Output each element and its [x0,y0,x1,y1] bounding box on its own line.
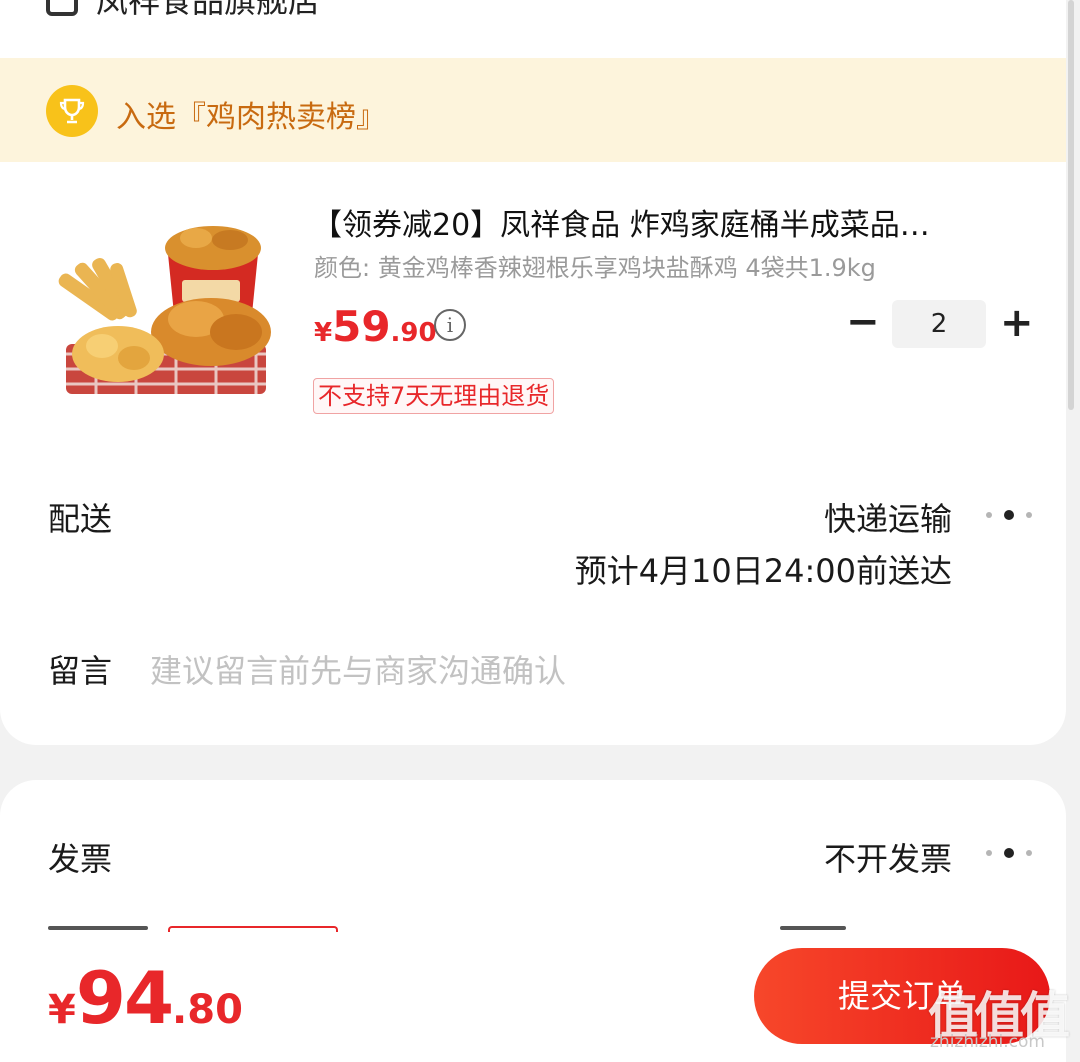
quantity-input[interactable]: 2 [892,300,986,348]
store-name: 凤祥食品旗舰店 [96,0,321,20]
delivery-eta: 预计4月10日24:00前送达 [574,552,952,590]
product-image[interactable] [46,214,278,404]
scrollbar-thumb[interactable] [1068,0,1074,410]
product-spec[interactable]: 颜色: 黄金鸡棒香辣翅根乐享鸡块盐酥鸡 4袋共1.9kg [314,248,876,283]
invoice-label: 发票 [48,840,113,878]
product-title[interactable]: 【领券减20】凤祥食品 炸鸡家庭桶半成菜品… [312,200,1026,244]
total-currency: ¥ [48,987,76,1033]
ranking-banner[interactable]: 入选『鸡肉热卖榜』 [0,58,1066,162]
invoice-more-icon[interactable] [986,847,1036,859]
invoice-value[interactable]: 不开发票 [824,834,952,880]
watermark-url: zhizhizhi.com [930,1032,1045,1052]
total-integer: 94 [75,956,174,1040]
return-policy-tag: 不支持7天无理由退货 [313,378,555,414]
partially-hidden-row [0,926,1066,934]
remark-label: 留言 [48,652,113,690]
banner-text: 入选『鸡肉热卖榜』 [116,100,386,135]
total-decimal: .80 [172,987,243,1033]
order-total: ¥94.80 [48,956,243,1040]
product-price: ¥59.90 [314,302,437,351]
order-card: 凤祥食品旗舰店 入选『鸡肉热卖榜』 【领券减20】凤祥食品 炸鸡家庭桶半成菜品…… [0,0,1066,745]
store-icon [46,0,78,16]
quantity-decrease-button[interactable]: − [846,300,880,348]
price-info-icon[interactable]: i [434,309,466,341]
price-currency: ¥ [314,318,333,348]
trophy-icon [46,85,98,137]
remark-input[interactable]: 建议留言前先与商家沟通确认 [150,646,566,692]
delivery-label: 配送 [48,500,113,538]
delivery-method[interactable]: 快递运输 [824,494,952,540]
site-watermark: 值值值 zhizhizhi.com [928,976,1074,1056]
price-decimal: .90 [390,318,437,348]
price-integer: 59 [332,302,391,351]
store-header[interactable]: 凤祥食品旗舰店 [0,0,1066,58]
quantity-increase-button[interactable]: + [1000,300,1034,348]
delivery-more-icon[interactable] [986,509,1036,521]
